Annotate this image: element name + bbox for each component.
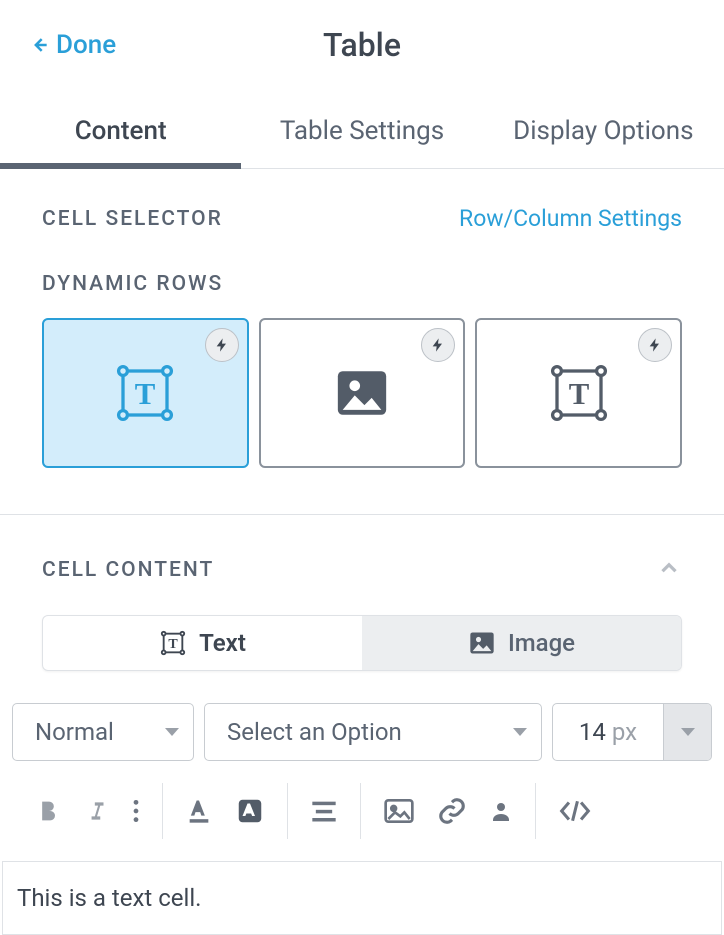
- person-icon: [489, 798, 513, 824]
- bolt-icon: [421, 328, 455, 362]
- text-frame-icon: T: [546, 360, 612, 426]
- option-dropdown[interactable]: Select an Option: [204, 703, 542, 761]
- italic-icon: [84, 798, 110, 824]
- cell-card-text-2[interactable]: T: [475, 318, 682, 468]
- code-button[interactable]: [558, 798, 592, 824]
- more-button[interactable]: [132, 798, 140, 824]
- font-size-input[interactable]: 14 px: [552, 703, 712, 761]
- segment-image[interactable]: Image: [362, 616, 681, 670]
- svg-text:T: T: [168, 637, 178, 652]
- tab-display-options[interactable]: Display Options: [483, 100, 724, 168]
- font-size-stepper[interactable]: [663, 704, 711, 760]
- dynamic-rows-label: DYNAMIC ROWS: [42, 272, 682, 296]
- format-row: Normal Select an Option 14 px: [0, 671, 724, 761]
- done-label: Done: [56, 30, 116, 60]
- svg-text:T: T: [135, 377, 156, 411]
- chevron-up-icon: [656, 555, 682, 581]
- align-button[interactable]: [310, 799, 338, 823]
- tab-table-settings[interactable]: Table Settings: [241, 100, 482, 168]
- page-title: Table: [323, 26, 401, 64]
- link-button[interactable]: [437, 796, 467, 826]
- bold-icon: [34, 797, 62, 825]
- text-frame-icon: T: [112, 360, 178, 426]
- header: Done Table: [0, 0, 724, 80]
- cell-card-text-1[interactable]: T: [42, 318, 249, 468]
- image-icon: [383, 797, 415, 825]
- bold-button[interactable]: [34, 797, 62, 825]
- chevron-down-icon: [513, 728, 527, 736]
- dynamic-rows-section: DYNAMIC ROWS: [0, 232, 724, 296]
- bolt-icon: [638, 328, 672, 362]
- done-button[interactable]: Done: [30, 30, 116, 60]
- content-type-segments: T Text Image: [42, 615, 682, 671]
- segment-text[interactable]: T Text: [43, 616, 362, 670]
- row-column-settings-link[interactable]: Row/Column Settings: [459, 205, 682, 232]
- code-icon: [558, 798, 592, 824]
- text-style-dropdown[interactable]: Normal: [12, 703, 194, 761]
- chevron-down-icon: [681, 728, 695, 736]
- rich-text-toolbar: [0, 761, 724, 839]
- cell-content-section: CELL CONTENT: [0, 515, 724, 585]
- image-icon: [333, 364, 391, 422]
- highlight-icon: [235, 796, 265, 826]
- cell-selector-label: CELL SELECTOR: [42, 207, 223, 231]
- bolt-icon: [205, 328, 239, 362]
- text-color-icon: [185, 797, 213, 825]
- cell-cards: T T: [0, 318, 724, 468]
- collapse-button[interactable]: [656, 555, 682, 585]
- arrow-left-icon: [30, 35, 50, 55]
- align-icon: [310, 799, 338, 823]
- cell-card-image[interactable]: [259, 318, 466, 468]
- cell-selector-section: CELL SELECTOR Row/Column Settings: [0, 169, 724, 232]
- cell-content-label: CELL CONTENT: [42, 558, 214, 582]
- link-icon: [437, 796, 467, 826]
- italic-button[interactable]: [84, 798, 110, 824]
- person-button[interactable]: [489, 798, 513, 824]
- highlight-button[interactable]: [235, 796, 265, 826]
- tabs: Content Table Settings Display Options: [0, 100, 724, 169]
- text-editor[interactable]: This is a text cell.: [2, 861, 722, 935]
- chevron-down-icon: [165, 728, 179, 736]
- svg-text:T: T: [568, 377, 589, 411]
- text-frame-icon: T: [159, 629, 187, 657]
- more-vertical-icon: [132, 798, 140, 824]
- image-icon: [468, 629, 496, 657]
- insert-image-button[interactable]: [383, 797, 415, 825]
- tab-content[interactable]: Content: [0, 100, 241, 168]
- text-color-button[interactable]: [185, 797, 213, 825]
